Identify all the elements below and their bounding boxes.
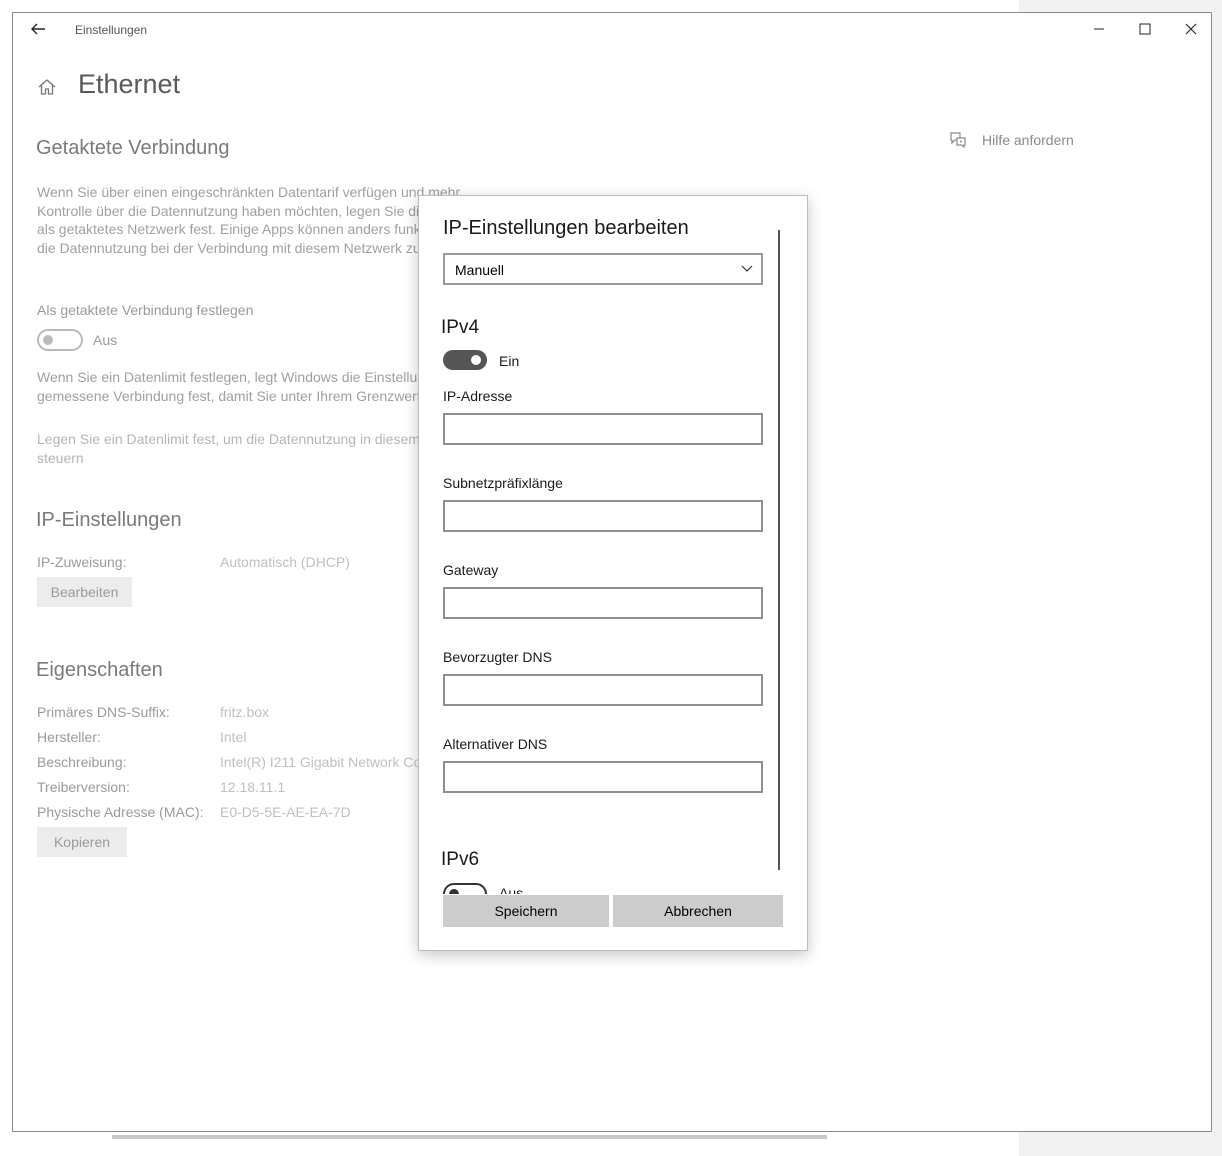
subnet-prefix-input[interactable] — [443, 500, 763, 532]
metered-toggle[interactable] — [37, 329, 83, 351]
toggle-knob — [471, 355, 481, 365]
cancel-button[interactable]: Abbrechen — [613, 895, 783, 927]
ipv4-toggle[interactable] — [443, 350, 487, 370]
home-icon[interactable] — [37, 77, 57, 97]
chevron-down-icon — [741, 265, 753, 272]
ip-mode-value: Manuell — [455, 262, 505, 278]
dialog-title: IP-Einstellungen bearbeiten — [443, 217, 689, 239]
preferred-dns-label: Bevorzugter DNS — [443, 649, 552, 665]
property-label: Physische Adresse (MAC): — [37, 804, 204, 820]
page-title: Ethernet — [78, 69, 181, 99]
copy-button[interactable]: Kopieren — [37, 827, 127, 857]
ipv4-toggle-state: Ein — [499, 353, 520, 369]
back-arrow-icon[interactable] — [27, 18, 49, 40]
property-value: fritz.box — [220, 704, 270, 720]
save-button[interactable]: Speichern — [443, 895, 609, 927]
alternate-dns-input[interactable] — [443, 761, 763, 793]
window-title: Einstellungen — [75, 23, 148, 37]
property-label: Beschreibung: — [37, 754, 127, 770]
ip-address-input[interactable] — [443, 413, 763, 445]
title-bar: Einstellungen — [13, 13, 1211, 47]
help-link[interactable]: Hilfe anfordern — [948, 131, 1074, 149]
close-icon — [1185, 23, 1197, 35]
ipv6-heading: IPv6 — [441, 849, 480, 870]
maximize-icon — [1139, 23, 1151, 35]
ip-assignment-value: Automatisch (DHCP) — [220, 554, 350, 570]
edit-button[interactable]: Bearbeiten — [37, 577, 132, 607]
ip-settings-heading: IP-Einstellungen — [36, 509, 182, 531]
metered-toggle-label: Als getaktete Verbindung festlegen — [37, 302, 254, 318]
ip-address-label: IP-Adresse — [443, 388, 513, 404]
help-label: Hilfe anfordern — [982, 132, 1074, 148]
property-value: E0-D5-5E-AE-EA-7D — [220, 804, 351, 820]
metered-toggle-state: Aus — [93, 332, 118, 348]
property-label: Treiberversion: — [37, 779, 130, 795]
subnet-prefix-label: Subnetzpräfixlänge — [443, 475, 563, 491]
maximize-button[interactable] — [1122, 13, 1168, 45]
property-value: Intel — [220, 729, 247, 745]
property-value: 12.18.11.1 — [220, 779, 286, 795]
preferred-dns-input[interactable] — [443, 674, 763, 706]
property-label: Primäres DNS-Suffix: — [37, 704, 170, 720]
help-chat-icon — [950, 132, 966, 149]
property-label: Hersteller: — [37, 729, 101, 745]
alternate-dns-label: Alternativer DNS — [443, 736, 548, 752]
horizontal-scrollbar[interactable] — [112, 1135, 827, 1139]
ip-assignment-label: IP-Zuweisung: — [37, 554, 127, 570]
toggle-knob — [43, 335, 53, 345]
properties-heading: Eigenschaften — [36, 659, 163, 681]
minimize-button[interactable] — [1076, 13, 1122, 45]
metered-heading: Getaktete Verbindung — [36, 137, 230, 159]
gateway-input[interactable] — [443, 587, 763, 619]
dialog-scrollbar[interactable] — [778, 230, 780, 870]
edit-ip-dialog: IP-Einstellungen bearbeiten Manuell IPv4… — [418, 195, 808, 951]
minimize-icon — [1094, 28, 1104, 30]
gateway-label: Gateway — [443, 562, 499, 578]
close-button[interactable] — [1168, 13, 1214, 45]
ipv4-heading: IPv4 — [441, 317, 480, 338]
ip-mode-select[interactable]: Manuell — [443, 253, 763, 285]
